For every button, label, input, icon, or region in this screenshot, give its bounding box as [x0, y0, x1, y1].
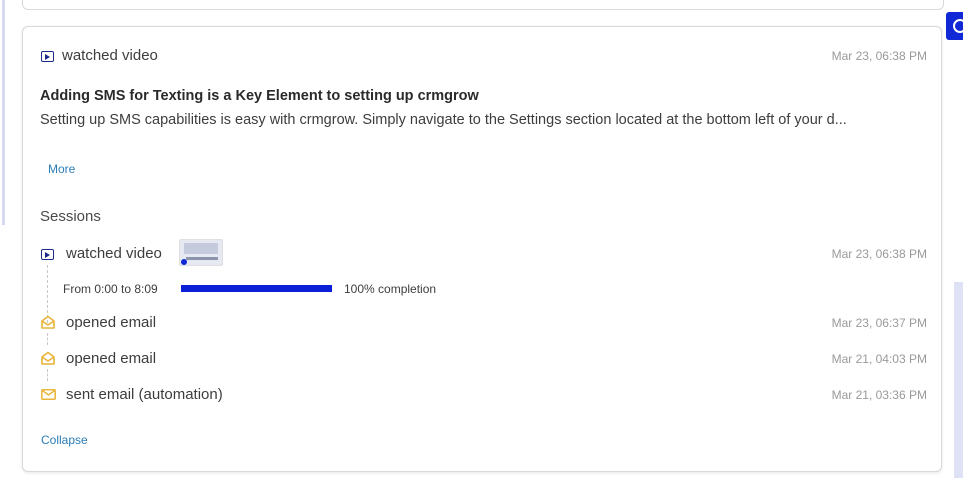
session-label: opened email — [66, 314, 157, 331]
envelope-open-icon — [41, 351, 55, 365]
left-scroll-track — [2, 0, 5, 225]
session-label: sent email (automation) — [66, 386, 223, 403]
timeline-connector — [47, 369, 48, 381]
previous-activity-card — [22, 0, 944, 10]
session-label: watched video — [66, 245, 162, 262]
progress-completion-label: 100% completion — [344, 282, 437, 296]
video-thumbnail[interactable] — [179, 239, 223, 266]
session-timestamp: Mar 23, 06:37 PM — [831, 316, 927, 330]
activity-timestamp: Mar 23, 06:38 PM — [831, 49, 927, 63]
progress-range-label: From 0:00 to 8:09 — [63, 282, 158, 296]
session-timestamp: Mar 21, 04:03 PM — [831, 352, 927, 366]
timeline-connector — [47, 333, 48, 345]
more-link[interactable]: More — [48, 162, 75, 176]
session-timestamp: Mar 21, 03:36 PM — [831, 388, 927, 402]
right-scrollbar-track[interactable] — [954, 282, 963, 478]
play-dot-icon — [181, 259, 187, 265]
video-play-icon — [41, 249, 54, 260]
activity-type-label: watched video — [62, 47, 158, 64]
activity-card: watched video Mar 23, 06:38 PM Adding SM… — [22, 26, 942, 472]
envelope-icon — [41, 389, 56, 400]
collapse-link[interactable]: Collapse — [41, 433, 88, 447]
envelope-open-icon — [41, 315, 55, 329]
session-timestamp: Mar 23, 06:38 PM — [831, 247, 927, 261]
watch-progress-bar — [181, 285, 332, 292]
watch-progress-fill — [181, 285, 332, 292]
video-play-icon — [41, 51, 54, 62]
left-panel-edge — [0, 0, 7, 478]
floating-action-button[interactable] — [946, 12, 963, 40]
sessions-heading: Sessions — [40, 208, 101, 225]
session-label: opened email — [66, 350, 157, 367]
activity-title: Adding SMS for Texting is a Key Element … — [40, 88, 479, 104]
circle-icon — [953, 19, 963, 33]
activity-description: Setting up SMS capabilities is easy with… — [40, 112, 847, 128]
